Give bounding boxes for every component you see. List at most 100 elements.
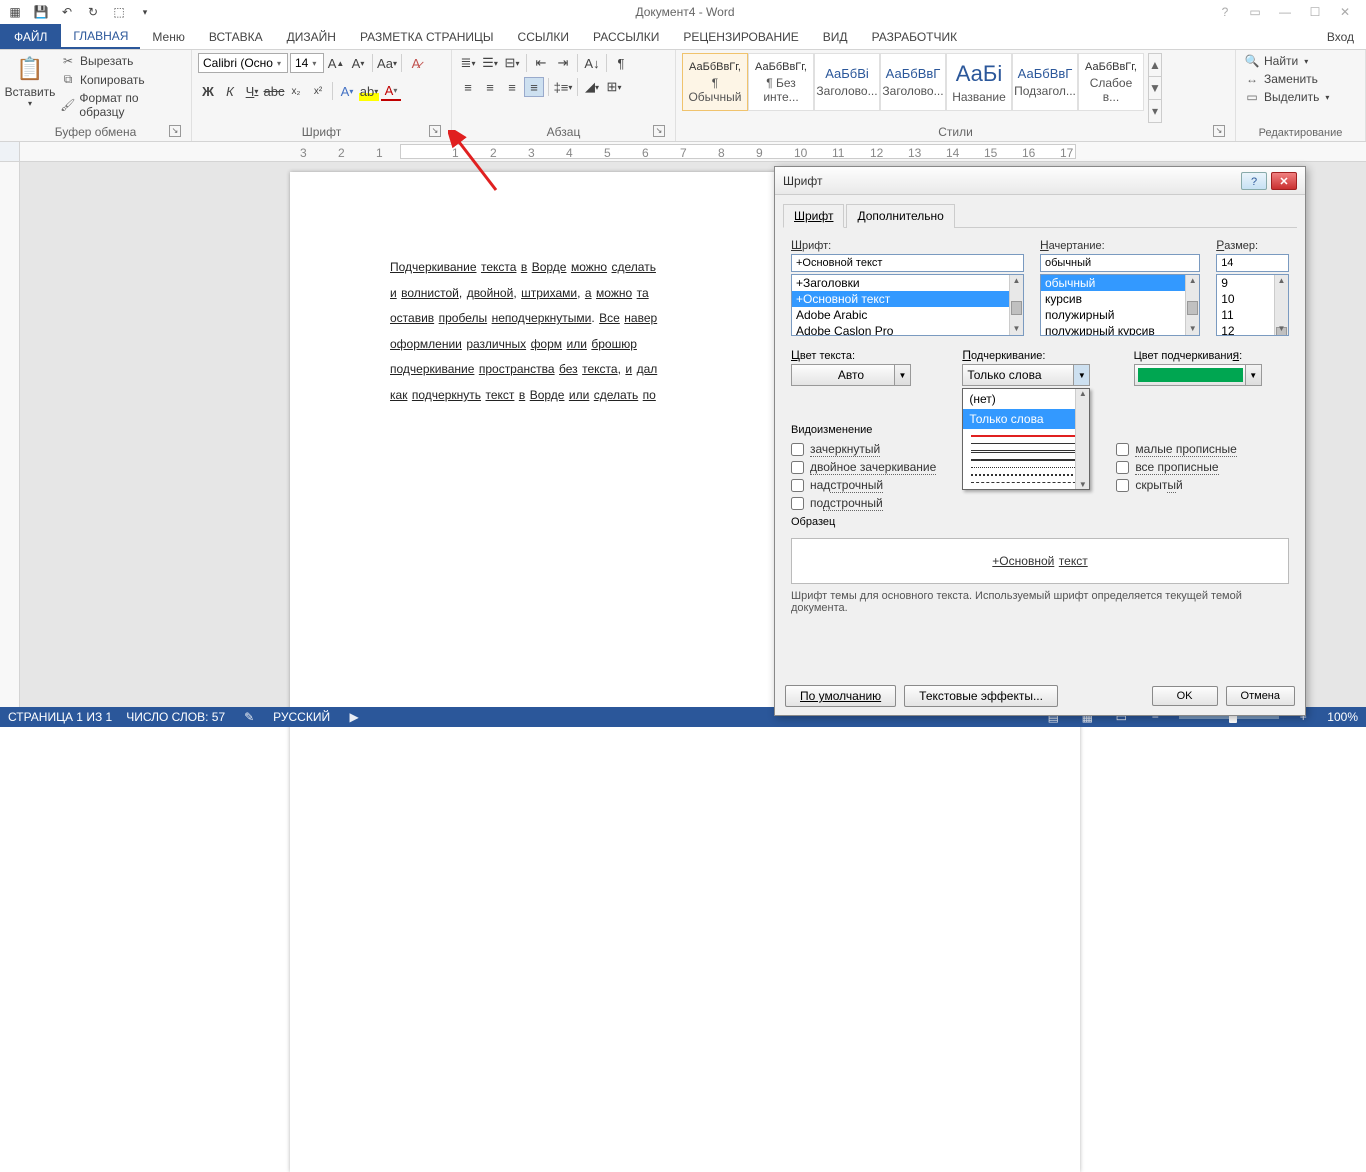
numbering-button[interactable]: ☰▾ [480,53,500,73]
underline-style-dropdown[interactable]: (нет) Только слова ▲▼ [962,388,1090,490]
tab-design[interactable]: ДИЗАЙН [275,24,348,49]
tab-references[interactable]: ССЫЛКИ [506,24,581,49]
style-item[interactable]: АаБбВвГг,¶ Обычный [682,53,748,111]
chk-double-strike[interactable]: двойное зачеркивание [791,460,936,474]
tab-view[interactable]: ВИД [811,24,860,49]
ok-button[interactable]: OK [1152,686,1218,706]
text-effects-button[interactable]: A▾ [337,81,357,101]
sort-button[interactable]: A↓ [582,53,602,73]
font-launcher-icon[interactable]: ↘ [429,125,441,137]
change-case-button[interactable]: Aa▾ [377,53,397,73]
font-style-input[interactable] [1040,254,1200,272]
style-item[interactable]: АаБбВвГг,¶ Без инте... [748,53,814,111]
redo-icon[interactable]: ↻ [82,2,104,22]
style-item[interactable]: АаБбВвГЗаголово... [880,53,946,111]
text-color-combo[interactable]: Авто▼ [791,364,911,386]
list-item[interactable]: +Заголовки [792,275,1023,291]
chk-subscript[interactable]: подстрочный [791,496,936,510]
styles-launcher-icon[interactable]: ↘ [1213,125,1225,137]
dialog-titlebar[interactable]: Шрифт ? ✕ [775,167,1305,195]
underline-opt-line[interactable] [971,474,1081,476]
find-button[interactable]: 🔍Найти▾ [1242,53,1331,69]
underline-opt-line[interactable] [971,459,1081,461]
underline-opt-line[interactable] [971,467,1081,468]
list-item[interactable]: Adobe Caslon Pro [792,323,1023,336]
ribbon-display-icon[interactable]: ▭ [1244,5,1266,19]
ruler-horizontal[interactable]: 3211234567891011121314151617 [0,142,1366,162]
font-name-combo[interactable]: Calibri (Осно▾ [198,53,288,73]
tab-insert[interactable]: ВСТАВКА [197,24,275,49]
font-color-button[interactable]: A▾ [381,81,401,101]
macro-icon[interactable]: ▶ [344,710,364,724]
style-item[interactable]: АаБіНазвание [946,53,1012,111]
subscript-button[interactable]: x₂ [286,81,306,101]
font-name-input[interactable] [791,254,1024,272]
signin-link[interactable]: Вход [1315,24,1366,49]
align-right-button[interactable]: ≡ [502,77,522,97]
underline-style-combo[interactable]: Только слова▼ [962,364,1090,386]
tab-layout[interactable]: РАЗМЕТКА СТРАНИЦЫ [348,24,506,49]
minimize-icon[interactable]: — [1274,5,1296,19]
underline-button[interactable]: Ч▾ [242,81,262,101]
tab-mailings[interactable]: РАССЫЛКИ [581,24,671,49]
clear-formatting-button[interactable]: A̷ [406,53,426,73]
font-size-combo[interactable]: 14▾ [290,53,324,73]
format-painter-button[interactable]: 🖌Формат по образцу [58,90,185,120]
style-item[interactable]: АаБбВвГг,Слабое в... [1078,53,1144,111]
grow-font-button[interactable]: A▲ [326,53,346,73]
list-item[interactable]: курсив [1041,291,1199,307]
text-effects-button[interactable]: Текстовые эффекты... [904,685,1058,707]
chk-allcaps[interactable]: все прописные [1116,460,1237,474]
paste-button[interactable]: 📋 Вставить ▾ [6,53,54,108]
chk-strikethrough[interactable]: зачеркнутый [791,442,936,456]
font-size-input[interactable] [1216,254,1289,272]
copy-button[interactable]: ⧉Копировать [58,71,185,88]
shrink-font-button[interactable]: A▾ [348,53,368,73]
styles-up-icon[interactable]: ▲ [1149,54,1161,77]
replace-button[interactable]: ↔Заменить [1242,71,1331,87]
tab-file[interactable]: ФАЙЛ [0,24,61,49]
cancel-button[interactable]: Отмена [1226,686,1295,706]
bullets-button[interactable]: ≣▾ [458,53,478,73]
cut-button[interactable]: ✂Вырезать [58,53,185,69]
list-item[interactable]: полужирный курсив [1041,323,1199,336]
borders-button[interactable]: ⊞▾ [604,77,624,97]
show-hide-button[interactable]: ¶ [611,53,631,73]
line-spacing-button[interactable]: ‡≡▾ [553,77,573,97]
select-button[interactable]: ▭Выделить▾ [1242,89,1331,105]
styles-more-icon[interactable]: ▾ [1149,100,1161,122]
align-center-button[interactable]: ≡ [480,77,500,97]
styles-down-icon[interactable]: ▼ [1149,77,1161,100]
strikethrough-button[interactable]: abc [264,81,284,101]
font-size-list[interactable]: 910111214▲▼ [1216,274,1289,336]
multilevel-list-button[interactable]: ⊟▾ [502,53,522,73]
increase-indent-button[interactable]: ⇥ [553,53,573,73]
bold-button[interactable]: Ж [198,81,218,101]
underline-opt-line[interactable] [971,435,1081,437]
underline-opt-none[interactable]: (нет) [963,389,1089,409]
maximize-icon[interactable]: ☐ [1304,5,1326,19]
save-icon[interactable]: 💾 [30,2,52,22]
dialog-close-icon[interactable]: ✕ [1271,172,1297,190]
close-icon[interactable]: ✕ [1334,5,1356,19]
word-count[interactable]: ЧИСЛО СЛОВ: 57 [126,710,225,724]
shading-button[interactable]: ◢▾ [582,77,602,97]
underline-opt-words[interactable]: Только слова [963,409,1089,429]
list-item[interactable]: +Основной текст [792,291,1023,307]
chk-hidden[interactable]: скрытый [1116,478,1237,492]
chk-smallcaps[interactable]: малые прописные [1116,442,1237,456]
highlight-button[interactable]: ab▾ [359,81,379,101]
language[interactable]: РУССКИЙ [273,710,330,724]
decrease-indent-button[interactable]: ⇤ [531,53,551,73]
underline-opt-line[interactable] [971,482,1081,483]
touch-mode-icon[interactable]: ⬚ [108,2,130,22]
styles-gallery[interactable]: АаБбВвГг,¶ ОбычныйАаБбВвГг,¶ Без инте...… [682,53,1144,111]
tab-home[interactable]: ГЛАВНАЯ [61,24,140,49]
paragraph-launcher-icon[interactable]: ↘ [653,125,665,137]
set-default-button[interactable]: По умолчанию [785,685,896,707]
help-icon[interactable]: ? [1214,5,1236,19]
proofing-icon[interactable]: ✎ [239,710,259,724]
clipboard-launcher-icon[interactable]: ↘ [169,125,181,137]
superscript-button[interactable]: x² [308,81,328,101]
chk-superscript[interactable]: надстрочный [791,478,936,492]
